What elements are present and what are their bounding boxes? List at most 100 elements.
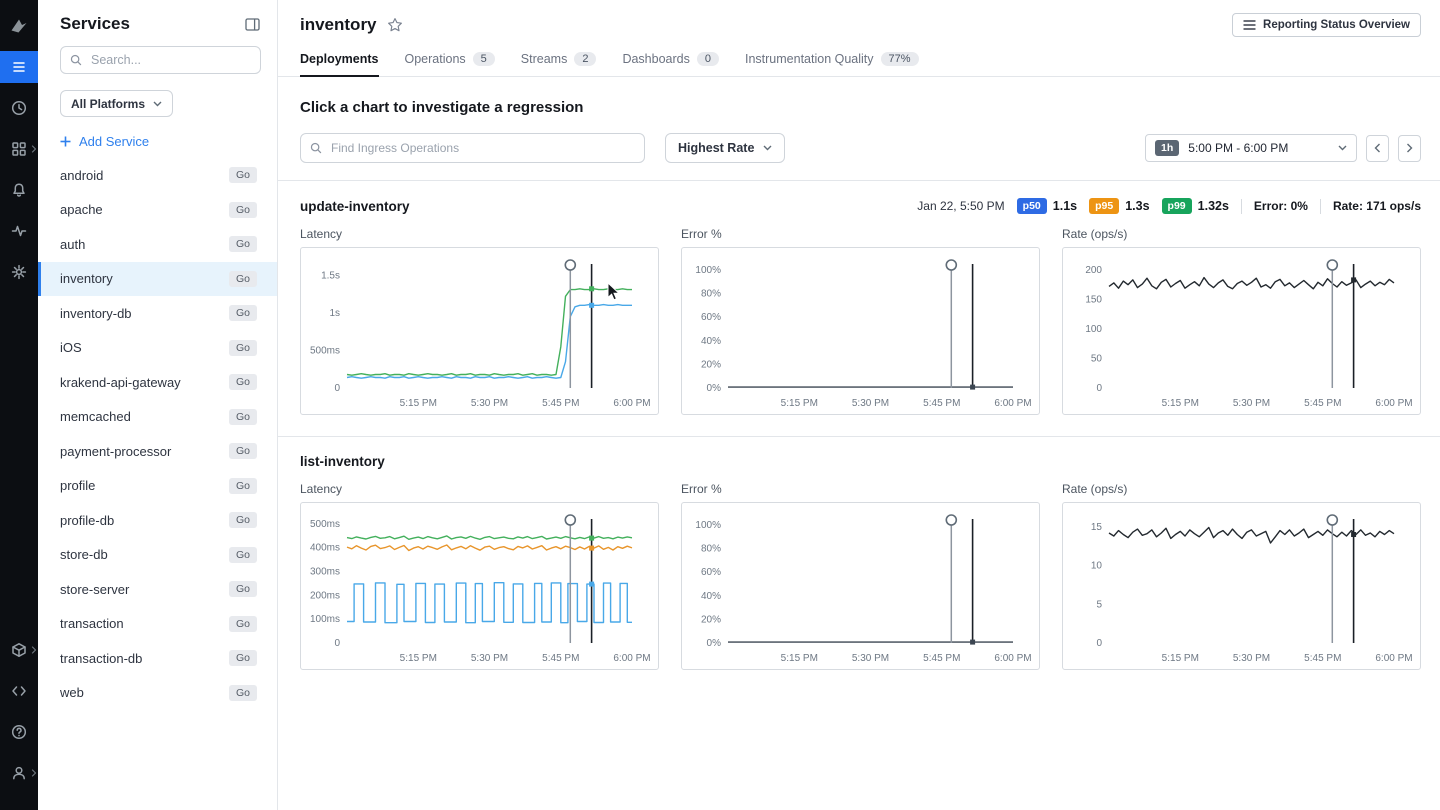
- p99-badge: p99: [1161, 198, 1192, 214]
- svg-text:5:45 PM: 5:45 PM: [923, 398, 960, 409]
- svg-text:100ms: 100ms: [310, 614, 340, 625]
- regression-heading: Click a chart to investigate a regressio…: [300, 99, 584, 116]
- service-name: krakend-api-gateway: [60, 374, 181, 390]
- list-inventory-latency-chart[interactable]: 0 100ms 200ms 300ms 400ms 500ms 5:15 PM 5:30 PM…: [300, 502, 659, 670]
- section-update-inventory: update-inventory Jan 22, 5:50 PM p50 1.1…: [278, 181, 1440, 436]
- sidebar-service-apache[interactable]: apache Go: [38, 193, 277, 228]
- flyout-chevron-icon: [31, 641, 37, 659]
- p99-stat: p99 1.32s: [1161, 198, 1229, 214]
- help-icon[interactable]: [0, 716, 38, 748]
- time-range-selector[interactable]: 1h 5:00 PM - 6:00 PM: [1145, 134, 1357, 162]
- svg-text:6:00 PM: 6:00 PM: [1375, 398, 1412, 409]
- sidebar-service-iOS[interactable]: iOS Go: [38, 331, 277, 366]
- settings-gear-icon[interactable]: [0, 256, 38, 288]
- sidebar-service-profile[interactable]: profile Go: [38, 469, 277, 504]
- svg-text:5:15 PM: 5:15 PM: [400, 653, 437, 664]
- tab-count-badge: 2: [574, 52, 597, 66]
- sidebar-service-store-server[interactable]: store-server Go: [38, 572, 277, 607]
- platform-filter-dropdown[interactable]: All Platforms: [60, 90, 174, 117]
- svg-text:40%: 40%: [701, 591, 721, 602]
- platform-badge: Go: [228, 408, 257, 425]
- tab-deployments[interactable]: Deployments: [300, 43, 379, 77]
- svg-text:5:15 PM: 5:15 PM: [781, 398, 818, 409]
- time-next-button[interactable]: [1398, 134, 1421, 162]
- error-stat: Error: 0%: [1253, 199, 1308, 213]
- tab-dashboards[interactable]: Dashboards 0: [622, 43, 719, 76]
- chart-label: Latency: [300, 227, 343, 241]
- chart-label: Rate (ops/s): [1062, 482, 1128, 496]
- sort-dropdown[interactable]: Highest Rate: [665, 133, 786, 163]
- svg-text:10: 10: [1091, 561, 1103, 572]
- add-service-button[interactable]: Add Service: [60, 134, 255, 149]
- tab-count-badge: 5: [472, 52, 495, 66]
- sidebar-service-memcached[interactable]: memcached Go: [38, 400, 277, 435]
- svg-text:0: 0: [1096, 638, 1102, 649]
- tab-streams[interactable]: Streams 2: [521, 43, 597, 76]
- sidebar-service-store-db[interactable]: store-db Go: [38, 538, 277, 573]
- reporting-status-button[interactable]: Reporting Status Overview: [1232, 13, 1421, 37]
- activity-pulse-icon[interactable]: [0, 215, 38, 247]
- sidebar-service-payment-processor[interactable]: payment-processor Go: [38, 434, 277, 469]
- platform-badge: Go: [228, 581, 257, 598]
- chevron-down-icon: [1338, 145, 1347, 151]
- history-icon[interactable]: [0, 92, 38, 124]
- sidebar-service-transaction-db[interactable]: transaction-db Go: [38, 641, 277, 676]
- tab-instrumentation-quality[interactable]: Instrumentation Quality 77%: [745, 43, 919, 76]
- svg-text:5: 5: [1096, 599, 1102, 610]
- sidebar-title: Services: [60, 14, 130, 33]
- sidebar-service-auth[interactable]: auth Go: [38, 227, 277, 262]
- svg-text:6:00 PM: 6:00 PM: [613, 398, 650, 409]
- chevron-right-icon: [1407, 143, 1413, 153]
- sidebar-service-profile-db[interactable]: profile-db Go: [38, 503, 277, 538]
- notifications-bell-icon[interactable]: [0, 174, 38, 206]
- service-name: store-db: [60, 547, 108, 563]
- apps-grid-icon[interactable]: [0, 133, 38, 165]
- find-operations-input[interactable]: [300, 133, 645, 163]
- p95-stat: p95 1.3s: [1089, 198, 1150, 214]
- svg-text:100: 100: [1085, 324, 1102, 335]
- update-inventory-error-chart[interactable]: 0% 20% 40% 60% 80% 100% 5:15 PM 5:30 PM 5:45 PM 6…: [681, 247, 1040, 415]
- services-list-icon[interactable]: [0, 51, 38, 83]
- sidebar-service-inventory-db[interactable]: inventory-db Go: [38, 296, 277, 331]
- time-prev-button[interactable]: [1366, 134, 1389, 162]
- service-name: memcached: [60, 409, 131, 425]
- platform-badge: Go: [228, 167, 257, 184]
- tab-count-badge: 0: [696, 52, 719, 66]
- chart-label: Latency: [300, 482, 343, 496]
- svg-text:6:00 PM: 6:00 PM: [994, 653, 1031, 664]
- svg-text:100%: 100%: [695, 520, 721, 531]
- svg-text:400ms: 400ms: [310, 543, 340, 554]
- svg-text:150: 150: [1085, 294, 1102, 305]
- svg-text:5:45 PM: 5:45 PM: [542, 398, 579, 409]
- svg-text:0: 0: [1096, 383, 1102, 394]
- flyout-chevron-icon: [31, 764, 37, 782]
- sidebar-search-input[interactable]: [60, 46, 261, 74]
- svg-text:0: 0: [334, 383, 340, 394]
- sidebar-service-transaction[interactable]: transaction Go: [38, 607, 277, 642]
- sidebar-collapse-icon[interactable]: [244, 16, 261, 33]
- p50-badge: p50: [1016, 198, 1047, 214]
- tab-operations[interactable]: Operations 5: [405, 43, 495, 76]
- sidebar-service-web[interactable]: web Go: [38, 676, 277, 711]
- favorite-star-icon[interactable]: [387, 17, 403, 33]
- list-inventory-error-chart[interactable]: 0% 20% 40% 60% 80% 100% 5:15 PM 5:30 PM 5:45 PM 6…: [681, 502, 1040, 670]
- sidebar-service-android[interactable]: android Go: [38, 158, 277, 193]
- list-inventory-rate-chart[interactable]: 0 5 10 15 5:15 PM 5:30 PM 5:45 PM 6:00 PM: [1062, 502, 1421, 670]
- search-icon: [309, 141, 323, 160]
- code-icon[interactable]: [0, 675, 38, 707]
- plus-icon: [60, 136, 71, 147]
- sidebar-service-inventory[interactable]: inventory Go: [38, 261, 277, 296]
- stats-timestamp: Jan 22, 5:50 PM: [917, 199, 1005, 213]
- platform-badge: Go: [228, 477, 257, 494]
- svg-text:5:45 PM: 5:45 PM: [542, 653, 579, 664]
- sidebar-service-krakend-api-gateway[interactable]: krakend-api-gateway Go: [38, 365, 277, 400]
- service-name: profile: [60, 478, 96, 494]
- p95-badge: p95: [1089, 198, 1120, 214]
- packages-icon[interactable]: [0, 634, 38, 666]
- platform-badge: Go: [228, 684, 257, 701]
- account-icon[interactable]: [0, 757, 38, 789]
- update-inventory-latency-chart[interactable]: 0 500ms 1s 1.5s 5:15 PM 5:30 PM 5:45 PM 6:00 PM: [300, 247, 659, 415]
- section-list-inventory: list-inventory Latency 0 100ms 200ms 300ms 4…: [278, 437, 1440, 691]
- update-inventory-rate-chart[interactable]: 0 50 100 150 200 5:15 PM 5:30 PM 5:45 PM 6:00 PM: [1062, 247, 1421, 415]
- chart-toolbar: Highest Rate 1h 5:00 PM - 6:00 PM: [278, 116, 1440, 180]
